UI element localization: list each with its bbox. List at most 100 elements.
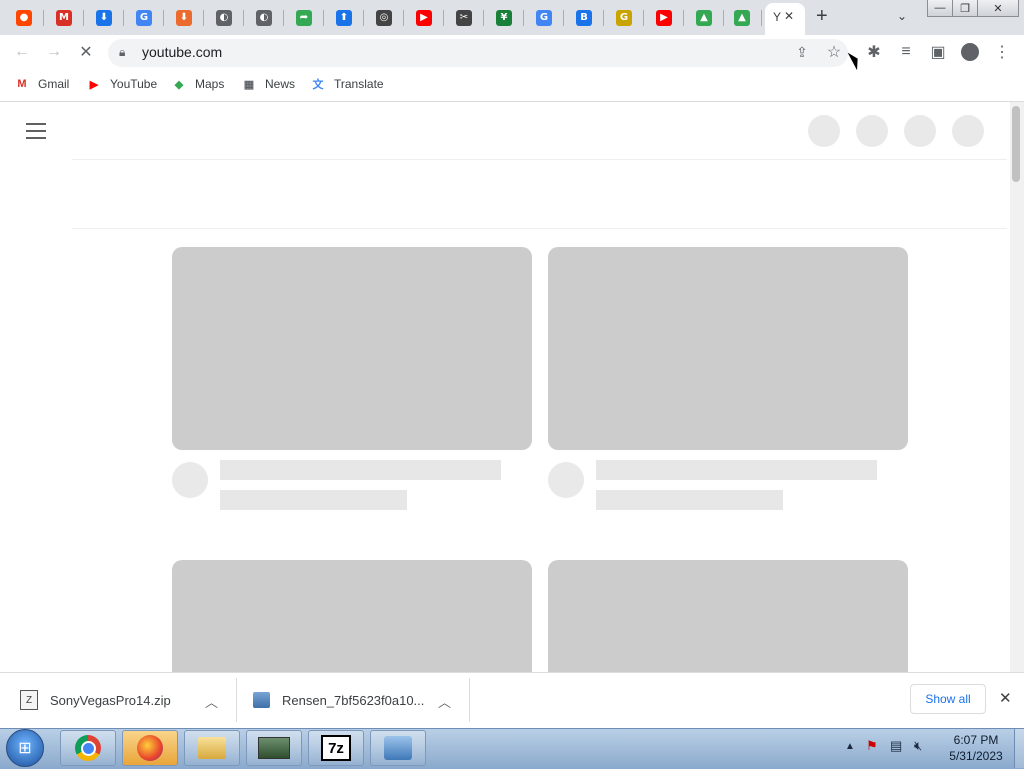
- network-tray-icon[interactable]: ▤: [890, 738, 902, 754]
- browser-tab[interactable]: ⬇: [84, 4, 124, 31]
- control-panel-icon: [384, 736, 412, 760]
- close-window-button[interactable]: ✕: [977, 0, 1019, 17]
- profile-icon[interactable]: [958, 40, 982, 64]
- maps-icon: ◆: [174, 78, 184, 91]
- browser-tab[interactable]: ➦: [284, 4, 324, 31]
- globe-icon: ◐: [216, 9, 232, 26]
- extensions-puzzle-icon[interactable]: ✱: [862, 40, 886, 64]
- tab-search-chevron-icon[interactable]: ⌄: [897, 9, 907, 23]
- browser-tab[interactable]: ◎: [364, 4, 404, 31]
- download-filename: SonyVegasPro14.zip: [50, 692, 171, 708]
- taskbar-explorer-button[interactable]: [184, 730, 240, 766]
- green-sheet-icon: ¥: [496, 9, 512, 26]
- header-placeholder-circle: [952, 115, 984, 147]
- zip-file-icon: Z: [20, 690, 38, 710]
- browser-tab[interactable]: ●: [4, 4, 44, 31]
- start-button[interactable]: ⊞: [6, 729, 44, 767]
- browser-tab[interactable]: ⬇: [164, 4, 204, 31]
- lock-icon: 🔒︎: [119, 45, 126, 59]
- show-desktop-button[interactable]: [1014, 729, 1024, 768]
- bookmark-label: Maps: [195, 77, 225, 91]
- browser-tab[interactable]: ⬆: [324, 4, 364, 31]
- restore-button[interactable]: ❐: [952, 0, 978, 17]
- download-options-chevron-icon[interactable]: ︿: [438, 692, 451, 711]
- browser-tab[interactable]: ◐: [244, 4, 284, 31]
- stop-loading-icon[interactable]: ✕: [74, 40, 98, 64]
- chrome-icon: ◎: [376, 9, 392, 26]
- close-download-bar-icon[interactable]: ✕: [999, 689, 1012, 707]
- installer-file-icon: [253, 692, 270, 708]
- download-filename: Rensen_7bf5623f0a10...: [282, 692, 425, 708]
- gmail-m-icon: M: [56, 9, 72, 26]
- 7zip-icon: 7z: [321, 735, 351, 761]
- download-item[interactable]: Rensen_7bf5623f0a10...: [253, 672, 424, 728]
- forward-arrow-icon[interactable]: →: [42, 40, 66, 64]
- show-all-button[interactable]: Show all: [910, 684, 986, 714]
- chips-divider: [72, 228, 1007, 229]
- reddit-icon: ●: [16, 9, 32, 26]
- side-panel-icon[interactable]: ▣: [926, 40, 950, 64]
- tab-separator: [761, 10, 762, 26]
- bookmark-maps[interactable]: ◆ Maps: [171, 77, 225, 91]
- google-drive-icon: ▲: [734, 9, 750, 26]
- browser-tab[interactable]: B: [564, 4, 604, 31]
- grammarly-g-icon: G: [616, 9, 632, 26]
- network-monitor-icon: [258, 737, 290, 759]
- bookmark-label: Gmail: [38, 77, 70, 91]
- action-center-flag-icon[interactable]: ⚑: [866, 738, 878, 754]
- google-drive-icon: ▲: [696, 9, 712, 26]
- browser-tab[interactable]: ▲: [722, 4, 762, 31]
- system-clock[interactable]: 6:07 PM 5/31/2023: [944, 732, 1008, 764]
- taskbar-control-panel-button[interactable]: [370, 730, 426, 766]
- news-icon: ▦: [243, 78, 255, 91]
- tool-icon: ✂: [456, 9, 472, 26]
- download-options-chevron-icon[interactable]: ︿: [205, 692, 218, 711]
- browser-tab[interactable]: ¥: [484, 4, 524, 31]
- browser-tab[interactable]: ▶: [404, 4, 444, 31]
- bookmark-youtube[interactable]: ▶ YouTube: [86, 77, 157, 91]
- bookmark-star-icon[interactable]: ☆: [822, 40, 846, 64]
- bookmark-translate[interactable]: 文 Translate: [310, 77, 384, 91]
- active-tab[interactable]: Y ✕: [765, 3, 805, 35]
- browser-tab[interactable]: ▶: [644, 4, 684, 31]
- hamburger-menu-icon[interactable]: [26, 123, 46, 139]
- download-orange-icon: ⬇: [176, 9, 192, 26]
- browser-tab[interactable]: ✂: [444, 4, 484, 31]
- browser-tab[interactable]: G: [604, 4, 644, 31]
- download-item[interactable]: Z SonyVegasPro14.zip: [20, 672, 171, 728]
- show-hidden-icons-icon[interactable]: ▲: [845, 741, 855, 752]
- file-explorer-icon: [198, 737, 226, 759]
- youtube-icon: ▶: [89, 78, 99, 91]
- video-thumbnail-placeholder: [172, 560, 532, 672]
- title-placeholder: [220, 460, 501, 480]
- scrollbar-track[interactable]: [1010, 102, 1024, 672]
- minimize-button[interactable]: —: [927, 0, 953, 17]
- bookmark-news[interactable]: ▦ News: [241, 77, 295, 91]
- close-tab-icon[interactable]: ✕: [784, 9, 794, 23]
- google-g-icon: G: [136, 9, 152, 26]
- upload-icon: ⬆: [336, 9, 352, 26]
- browser-tab[interactable]: ◐: [204, 4, 244, 31]
- browser-tab[interactable]: ▲: [684, 4, 724, 31]
- taskbar-7zip-button[interactable]: 7z: [308, 730, 364, 766]
- globe-icon: ◐: [256, 9, 272, 26]
- taskbar-firefox-button[interactable]: [122, 730, 178, 766]
- scrollbar-thumb[interactable]: [1012, 106, 1020, 182]
- taskbar-chrome-button[interactable]: [60, 730, 116, 766]
- taskbar-network-button[interactable]: [246, 730, 302, 766]
- header-placeholder-circle: [808, 115, 840, 147]
- shield-b-icon: B: [576, 9, 592, 26]
- browser-tab[interactable]: G: [524, 4, 564, 31]
- url-text[interactable]: youtube.com: [142, 44, 222, 60]
- share-icon[interactable]: ⇪: [790, 40, 814, 64]
- volume-muted-icon[interactable]: 🔇︎: [914, 738, 922, 754]
- translate-icon: 文: [312, 79, 324, 91]
- active-tab-title: Y: [773, 10, 782, 24]
- menu-kebab-icon[interactable]: ⋮: [990, 40, 1014, 64]
- new-tab-button[interactable]: +: [816, 5, 828, 28]
- browser-tab[interactable]: M: [44, 4, 84, 31]
- media-control-icon[interactable]: ≡: [894, 40, 918, 64]
- browser-tab[interactable]: G: [124, 4, 164, 31]
- bookmark-gmail[interactable]: M Gmail: [14, 77, 69, 91]
- back-arrow-icon[interactable]: ←: [10, 40, 34, 64]
